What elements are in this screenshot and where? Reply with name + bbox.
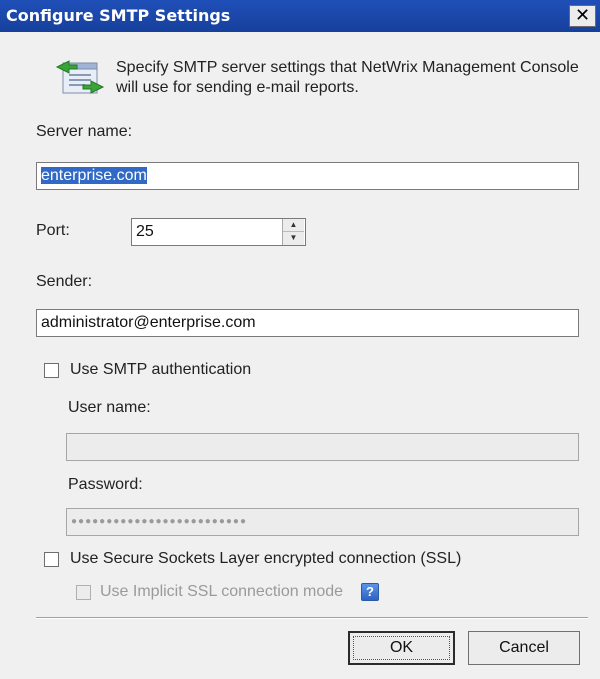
dialog-title: Configure SMTP Settings	[6, 6, 231, 25]
username-label: User name:	[68, 399, 151, 416]
implicit-ssl-checkbox[interactable]	[76, 585, 91, 600]
title-bar[interactable]: Configure SMTP Settings ✕	[0, 0, 600, 32]
sender-field[interactable]: administrator@enterprise.com	[36, 309, 579, 337]
ok-button[interactable]: OK	[348, 631, 455, 665]
smtp-auth-label[interactable]: Use SMTP authentication	[70, 361, 251, 379]
password-field[interactable]: ●●●●●●●●●●●●●●●●●●●●●●●●●	[66, 508, 579, 536]
port-label: Port:	[36, 222, 70, 239]
separator	[36, 617, 588, 619]
implicit-ssl-label: Use Implicit SSL connection mode	[100, 583, 344, 600]
sender-label: Sender:	[36, 273, 93, 290]
password-value: ●●●●●●●●●●●●●●●●●●●●●●●●●	[71, 516, 248, 527]
port-spin-buttons[interactable]: ▲ ▼	[282, 219, 304, 245]
email-server-icon	[55, 53, 105, 101]
close-icon: ✕	[574, 5, 591, 26]
help-icon[interactable]: ?	[361, 583, 379, 601]
dialog-description: Specify SMTP server settings that NetWri…	[116, 59, 579, 96]
cancel-button[interactable]: Cancel	[468, 631, 580, 665]
server-name-label: Server name:	[36, 123, 133, 140]
ssl-checkbox[interactable]	[44, 552, 59, 567]
close-button[interactable]: ✕	[569, 5, 596, 27]
server-name-value: enterprise.com	[41, 167, 147, 184]
server-name-field[interactable]: enterprise.com	[36, 162, 579, 190]
port-value: 25	[136, 223, 154, 240]
spin-down-icon[interactable]: ▼	[283, 232, 304, 244]
password-label: Password:	[68, 476, 143, 493]
username-field[interactable]	[66, 433, 579, 461]
ssl-label[interactable]: Use Secure Sockets Layer encrypted conne…	[70, 550, 461, 568]
spin-up-icon[interactable]: ▲	[283, 219, 304, 232]
smtp-auth-checkbox[interactable]	[44, 363, 59, 378]
sender-value: administrator@enterprise.com	[41, 314, 256, 331]
port-stepper[interactable]: 25	[131, 218, 306, 246]
